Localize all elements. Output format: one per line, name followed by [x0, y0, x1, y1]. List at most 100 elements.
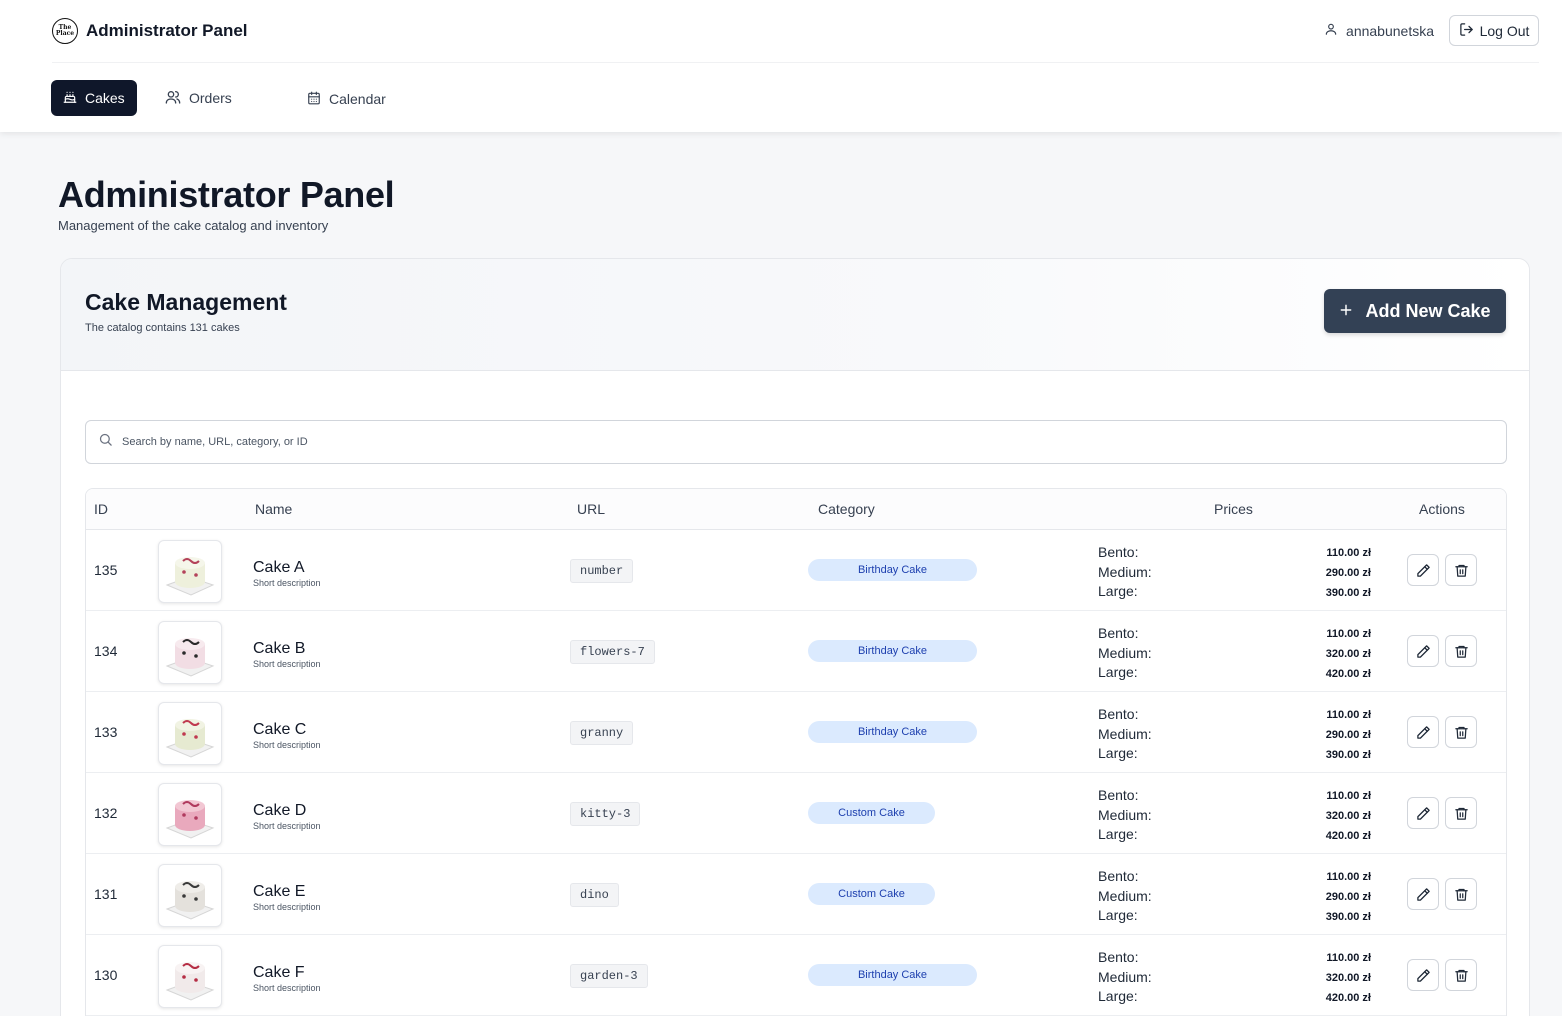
cake-name: Cake F [253, 964, 305, 981]
price-label-bento: Bento: [1098, 625, 1139, 641]
table-row: 132 Cake D Short description kitty-3 Cus… [86, 773, 1506, 854]
cakes-table: ID Name URL Category Prices Actions 135 … [85, 488, 1507, 1016]
price-large: 390.00 zł [1325, 911, 1371, 923]
delete-button[interactable] [1445, 797, 1477, 829]
category-badge: Birthday Cake [808, 559, 977, 581]
page-title: Administrator Panel [58, 174, 395, 215]
price-label-bento: Bento: [1098, 544, 1139, 560]
search-box[interactable] [85, 420, 1507, 464]
cake-image-icon [165, 962, 215, 1001]
cake-thumbnail[interactable] [158, 864, 222, 927]
add-new-cake-button[interactable]: Add New Cake [1324, 289, 1506, 333]
cake-name: Cake B [253, 640, 306, 657]
edit-button[interactable] [1407, 878, 1439, 910]
pencil-icon [1416, 887, 1430, 901]
category-badge: Custom Cake [808, 802, 935, 824]
cake-thumbnail[interactable] [158, 783, 222, 846]
price-medium: 320.00 zł [1325, 810, 1371, 822]
price-values: 110.00 zł 290.00 zł 390.00 zł [1326, 867, 1371, 927]
price-values: 110.00 zł 320.00 zł 420.00 zł [1326, 786, 1371, 846]
username: annabunetska [1346, 22, 1434, 39]
cake-description: Short description [253, 902, 321, 912]
trash-icon [1454, 564, 1468, 577]
column-header-prices: Prices [1214, 501, 1253, 517]
delete-button[interactable] [1445, 878, 1477, 910]
price-labels: Bento: Medium: Large: [1098, 867, 1152, 926]
price-large: 390.00 zł [1325, 587, 1371, 599]
edit-button[interactable] [1407, 959, 1439, 991]
price-medium: 290.00 zł [1325, 891, 1371, 903]
cake-url: garden-3 [570, 964, 648, 988]
brand[interactable]: The Place Administrator Panel [52, 18, 248, 44]
edit-button[interactable] [1407, 554, 1439, 586]
tab-orders[interactable]: Orders [165, 80, 232, 116]
cake-name: Cake C [253, 721, 307, 738]
logout-icon [1459, 22, 1474, 40]
pencil-icon [1416, 968, 1430, 982]
price-label-medium: Medium: [1098, 806, 1152, 823]
edit-button[interactable] [1407, 635, 1439, 667]
logo: The Place [52, 18, 78, 44]
cake-description: Short description [253, 983, 321, 993]
cake-description: Short description [253, 821, 321, 831]
tab-cakes[interactable]: Cakes [51, 80, 137, 116]
price-label-large: Large: [1098, 583, 1138, 599]
price-label-bento: Bento: [1098, 868, 1139, 884]
delete-button[interactable] [1445, 554, 1477, 586]
cake-description: Short description [253, 740, 321, 750]
price-large: 420.00 zł [1325, 668, 1371, 680]
cake-thumbnail[interactable] [158, 702, 222, 765]
trash-icon [1454, 645, 1468, 658]
price-labels: Bento: Medium: Large: [1098, 624, 1152, 683]
logout-button[interactable]: Log Out [1449, 15, 1539, 46]
cake-thumbnail[interactable] [158, 540, 222, 603]
header-divider [52, 62, 1539, 63]
table-row: 135 Cake A Short description number Birt… [86, 530, 1506, 611]
edit-button[interactable] [1407, 716, 1439, 748]
user-info: annabunetska [1324, 22, 1434, 39]
add-new-cake-label: Add New Cake [1365, 300, 1491, 321]
tab-calendar[interactable]: Calendar [307, 81, 386, 117]
price-bento: 110.00 zł [1326, 871, 1371, 883]
cake-url: granny [570, 721, 634, 745]
cake-id: 132 [94, 805, 118, 821]
cake-thumbnail[interactable] [158, 945, 222, 1008]
price-medium: 290.00 zł [1325, 729, 1371, 741]
cake-image-icon [165, 800, 215, 839]
price-bento: 110.00 zł [1326, 709, 1371, 721]
tab-orders-label: Orders [189, 90, 232, 106]
cake-id: 133 [94, 724, 118, 740]
table-row: 133 Cake C Short description granny Birt… [86, 692, 1506, 773]
cake-description: Short description [253, 578, 321, 588]
table-row: 130 Cake F Short description garden-3 Bi… [86, 935, 1506, 1016]
search-input[interactable] [122, 436, 1422, 448]
price-label-medium: Medium: [1098, 968, 1152, 985]
price-label-medium: Medium: [1098, 563, 1152, 580]
price-medium: 320.00 zł [1325, 972, 1371, 984]
price-label-large: Large: [1098, 988, 1138, 1004]
edit-button[interactable] [1407, 797, 1439, 829]
pencil-icon [1416, 725, 1430, 739]
trash-icon [1454, 807, 1468, 820]
category-badge: Birthday Cake [808, 964, 977, 986]
price-label-large: Large: [1098, 826, 1138, 842]
delete-button[interactable] [1445, 959, 1477, 991]
price-label-bento: Bento: [1098, 706, 1139, 722]
table-row: 134 Cake B Short description flowers-7 B… [86, 611, 1506, 692]
delete-button[interactable] [1445, 635, 1477, 667]
price-label-large: Large: [1098, 907, 1138, 923]
delete-button[interactable] [1445, 716, 1477, 748]
cake-image-icon [165, 638, 215, 677]
category-badge: Custom Cake [808, 883, 935, 905]
plus-icon [1339, 301, 1353, 322]
category-badge: Birthday Cake [808, 640, 977, 662]
price-label-large: Large: [1098, 745, 1138, 761]
logout-label: Log Out [1479, 22, 1530, 39]
pencil-icon [1416, 563, 1430, 577]
cake-thumbnail[interactable] [158, 621, 222, 684]
calendar-icon [307, 91, 321, 108]
price-medium: 320.00 zł [1325, 648, 1371, 660]
price-label-bento: Bento: [1098, 949, 1139, 965]
price-labels: Bento: Medium: Large: [1098, 786, 1152, 845]
price-bento: 110.00 zł [1326, 628, 1371, 640]
